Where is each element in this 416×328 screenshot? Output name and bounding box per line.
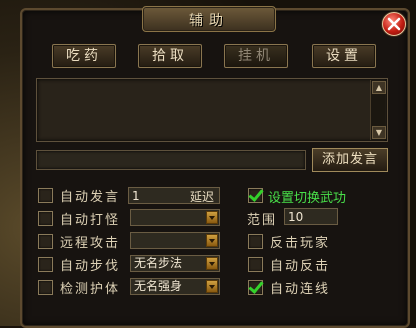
add-message-button[interactable]: 添加发言	[312, 148, 388, 172]
range-input[interactable]: 10	[284, 208, 338, 225]
close-icon	[387, 17, 401, 31]
ranged-attack-label: 远程攻击	[60, 236, 121, 251]
auto-step-select[interactable]: 无名步法	[130, 255, 220, 272]
check-shield-label: 检测护体	[60, 282, 121, 297]
arrow-up-icon[interactable]: ▲	[372, 81, 386, 94]
message-input[interactable]	[36, 150, 306, 170]
check-shield-checkbox[interactable]	[38, 280, 53, 295]
ranged-attack-checkbox[interactable]	[38, 234, 53, 249]
auto-attack-select[interactable]	[130, 209, 220, 226]
tab-potion[interactable]: 吃药	[52, 44, 116, 68]
close-button[interactable]	[382, 12, 406, 36]
auto-counter-label: 自动反击	[270, 259, 331, 274]
chat-log	[36, 78, 388, 142]
tab-idle[interactable]: 挂机	[224, 44, 288, 68]
auto-speak-label: 自动发言	[60, 190, 121, 205]
auto-counter-checkbox[interactable]	[248, 257, 263, 272]
auto-step-checkbox[interactable]	[38, 257, 53, 272]
auto-chain-label: 自动连线	[270, 282, 331, 297]
chevron-down-icon	[206, 234, 218, 247]
chevron-down-icon	[206, 257, 218, 270]
check-shield-select[interactable]: 无名强身	[130, 278, 220, 295]
range-label: 范围	[247, 213, 278, 228]
tab-pickup[interactable]: 拾取	[138, 44, 202, 68]
chevron-down-icon	[206, 280, 218, 293]
ranged-attack-select[interactable]	[130, 232, 220, 249]
counter-player-checkbox[interactable]	[248, 234, 263, 249]
tab-settings[interactable]: 设置	[312, 44, 376, 68]
auto-chain-checkbox[interactable]	[248, 280, 263, 295]
check-shield-value: 无名强身	[134, 279, 183, 293]
weapon-switch-label: 设置切换武功	[268, 191, 347, 206]
weapon-switch-checkbox[interactable]	[248, 188, 263, 203]
arrow-down-icon[interactable]: ▼	[372, 126, 386, 139]
chat-log-scrollbar[interactable]: ▲ ▼	[370, 80, 386, 140]
chevron-down-icon	[206, 211, 218, 224]
title-plate: 辅助	[142, 6, 276, 32]
window-title: 辅助	[189, 13, 229, 29]
counter-player-label: 反击玩家	[270, 236, 331, 251]
auto-step-value: 无名步法	[134, 256, 183, 270]
auto-attack-label: 自动打怪	[60, 213, 121, 228]
auto-speak-checkbox[interactable]	[38, 188, 53, 203]
auto-step-label: 自动步伐	[60, 259, 121, 274]
auto-attack-checkbox[interactable]	[38, 211, 53, 226]
delay-label: 延迟	[190, 190, 215, 204]
